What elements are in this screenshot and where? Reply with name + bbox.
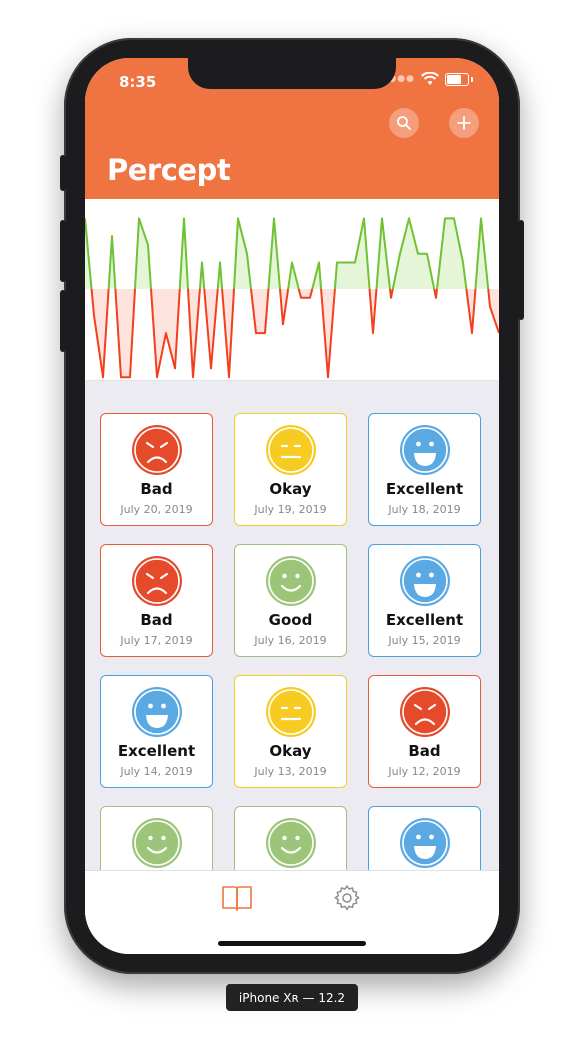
volume-up-button bbox=[60, 220, 66, 282]
bad-face-icon bbox=[132, 425, 182, 475]
bad-face-icon bbox=[400, 687, 450, 737]
wifi-icon bbox=[421, 72, 439, 85]
mood-entry-card[interactable]: Good July 16, 2019 bbox=[234, 544, 347, 657]
battery-tip bbox=[471, 76, 473, 82]
plus-icon bbox=[457, 116, 471, 130]
mood-label: Excellent bbox=[385, 611, 464, 629]
excellent-face-icon bbox=[400, 556, 450, 606]
mood-label: Excellent bbox=[117, 742, 196, 760]
entry-date: July 13, 2019 bbox=[254, 765, 327, 778]
mood-label: Good bbox=[268, 611, 313, 629]
device-notch bbox=[188, 58, 396, 89]
add-entry-button[interactable] bbox=[449, 108, 479, 138]
mood-label: Excellent bbox=[385, 480, 464, 498]
mood-label: Bad bbox=[408, 742, 441, 760]
search-button[interactable] bbox=[389, 108, 419, 138]
book-icon bbox=[222, 886, 252, 911]
search-icon bbox=[397, 116, 411, 130]
mood-label: Bad bbox=[140, 611, 173, 629]
mood-chart-svg bbox=[85, 217, 499, 379]
mood-entry-card[interactable]: Bad July 12, 2019 bbox=[368, 675, 481, 788]
entry-date: July 17, 2019 bbox=[120, 634, 193, 647]
excellent-face-icon bbox=[400, 425, 450, 475]
device-label: iPhone Xʀ — 12.2 bbox=[226, 984, 358, 1011]
gear-icon bbox=[334, 885, 360, 911]
excellent-face-icon bbox=[400, 818, 450, 868]
tab-bar bbox=[85, 870, 499, 954]
home-indicator bbox=[218, 941, 366, 946]
battery-icon bbox=[445, 72, 469, 86]
good-face-icon bbox=[266, 818, 316, 868]
tab-journal[interactable] bbox=[220, 883, 254, 913]
mood-entry-card[interactable]: Excellent July 18, 2019 bbox=[368, 413, 481, 526]
entry-date: July 18, 2019 bbox=[388, 503, 461, 516]
mute-switch bbox=[60, 155, 66, 191]
power-button bbox=[518, 220, 524, 320]
bad-face-icon bbox=[132, 556, 182, 606]
entry-date: July 15, 2019 bbox=[388, 634, 461, 647]
mood-entry-card[interactable]: Okay July 13, 2019 bbox=[234, 675, 347, 788]
mood-entry-card[interactable]: Okay July 19, 2019 bbox=[234, 413, 347, 526]
mood-label: Okay bbox=[269, 742, 312, 760]
mood-entry-card[interactable]: Excellent July 15, 2019 bbox=[368, 544, 481, 657]
entry-date: July 19, 2019 bbox=[254, 503, 327, 516]
okay-face-icon bbox=[266, 687, 316, 737]
mood-label: Bad bbox=[140, 480, 173, 498]
mood-entry-card[interactable]: Excellent July 14, 2019 bbox=[100, 675, 213, 788]
good-face-icon bbox=[266, 556, 316, 606]
status-time: 8:35 bbox=[119, 73, 157, 91]
excellent-face-icon bbox=[132, 687, 182, 737]
mood-label: Okay bbox=[269, 480, 312, 498]
screen: 8:35 ●●●● Percept Bad July 20, 2019 Okay… bbox=[85, 58, 499, 954]
mood-entry-card[interactable]: Bad July 17, 2019 bbox=[100, 544, 213, 657]
entry-date: July 16, 2019 bbox=[254, 634, 327, 647]
good-face-icon bbox=[132, 818, 182, 868]
mood-entry-card[interactable]: Bad July 20, 2019 bbox=[100, 413, 213, 526]
tab-settings[interactable] bbox=[330, 883, 364, 913]
volume-down-button bbox=[60, 290, 66, 352]
entry-date: July 20, 2019 bbox=[120, 503, 193, 516]
okay-face-icon bbox=[266, 425, 316, 475]
page-title: Percept bbox=[107, 153, 231, 187]
entry-date: July 12, 2019 bbox=[388, 765, 461, 778]
entry-date: July 14, 2019 bbox=[120, 765, 193, 778]
mood-chart bbox=[85, 199, 499, 381]
